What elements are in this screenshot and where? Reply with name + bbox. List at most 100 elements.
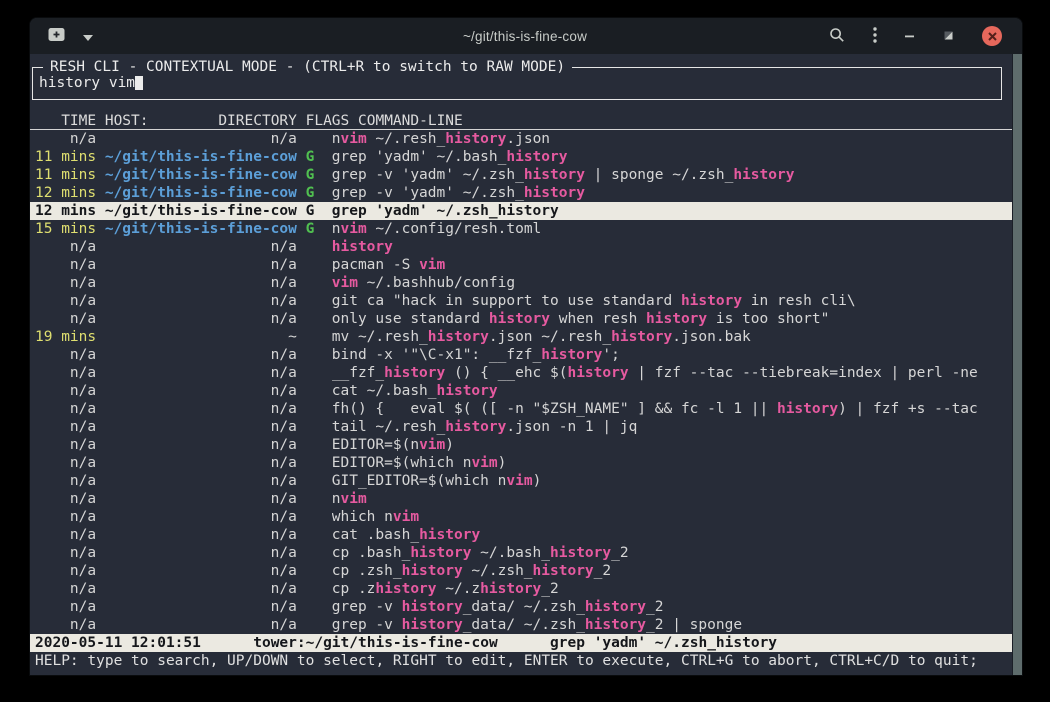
match-highlight: vim: [332, 275, 358, 291]
search-button[interactable]: [827, 25, 847, 48]
row-command: EDITOR=$(which nvim): [332, 454, 1013, 472]
table-row[interactable]: 12 mins~/git/this-is-fine-cowGgrep -v 'y…: [30, 184, 1013, 202]
kebab-menu-icon: [873, 27, 877, 46]
row-directory: n/a: [105, 256, 297, 274]
row-flags: [306, 436, 315, 454]
table-row[interactable]: n/an/abind -x '"\C-x1": __fzf_history';: [30, 346, 1013, 364]
table-row[interactable]: n/an/acp .bash_history ~/.bash_history_2: [30, 544, 1013, 562]
row-command: nvim: [332, 490, 1013, 508]
chevron-down-icon: [83, 29, 93, 44]
match-highlight: history: [777, 401, 838, 417]
match-highlight: vim: [506, 473, 532, 489]
row-time: n/a: [35, 382, 96, 400]
row-directory: n/a: [105, 562, 297, 580]
table-row[interactable]: n/an/a__fzf_history () { __ehc $(history…: [30, 364, 1013, 382]
tab-list-button[interactable]: [81, 27, 95, 46]
match-highlight: history: [437, 383, 498, 399]
row-time: 12 mins: [35, 184, 96, 202]
match-highlight: history: [585, 599, 646, 615]
row-command: nvim ~/.config/resh.toml: [332, 220, 1013, 238]
table-row[interactable]: 11 mins~/git/this-is-fine-cowGgrep -v 'y…: [30, 166, 1013, 184]
table-row[interactable]: n/an/awhich nvim: [30, 508, 1013, 526]
table-row[interactable]: n/an/agrep -v history_data/ ~/.zsh_histo…: [30, 616, 1013, 634]
row-command: cat ~/.bash_history: [332, 382, 1013, 400]
row-command: bind -x '"\C-x1": __fzf_history';: [332, 346, 1013, 364]
history-list: n/an/anvim ~/.resh_history.json11 mins~/…: [30, 130, 1013, 634]
row-flags: [306, 382, 315, 400]
row-directory: n/a: [105, 544, 297, 562]
table-row[interactable]: n/an/atail ~/.resh_history.json -n 1 | j…: [30, 418, 1013, 436]
scrollbar[interactable]: [1012, 54, 1022, 675]
row-directory: ~/git/this-is-fine-cow: [105, 148, 297, 166]
row-directory: n/a: [105, 526, 297, 544]
row-flags: [306, 256, 315, 274]
table-header: TIME HOST: DIRECTORY FLAGS COMMAND-LINE: [30, 112, 1013, 130]
match-highlight: vim: [419, 257, 445, 273]
table-row[interactable]: n/an/apacman -S vim: [30, 256, 1013, 274]
match-highlight: history: [541, 347, 602, 363]
row-flags: [306, 130, 315, 148]
row-flags: [306, 526, 315, 544]
row-directory: ~/git/this-is-fine-cow: [105, 202, 297, 220]
table-row[interactable]: 11 mins~/git/this-is-fine-cowGgrep 'yadm…: [30, 148, 1013, 166]
table-row[interactable]: n/an/acp .zhistory ~/.zhistory_2: [30, 580, 1013, 598]
table-row[interactable]: n/an/agit ca "hack in support to use sta…: [30, 292, 1013, 310]
row-command: EDITOR=$(nvim): [332, 436, 1013, 454]
row-directory: n/a: [105, 472, 297, 490]
row-time: n/a: [35, 364, 96, 382]
row-command: nvim ~/.resh_history.json: [332, 130, 1013, 148]
row-flags: G: [306, 184, 315, 202]
table-row[interactable]: n/an/anvim ~/.resh_history.json: [30, 130, 1013, 148]
table-row[interactable]: n/an/afh() { eval $( ([ -n "$ZSH_NAME" ]…: [30, 400, 1013, 418]
row-command: only use standard history when resh hist…: [332, 310, 1013, 328]
row-time: n/a: [35, 292, 96, 310]
row-time: n/a: [35, 436, 96, 454]
row-time: 11 mins: [35, 166, 96, 184]
minimize-button[interactable]: [903, 27, 917, 46]
table-row[interactable]: n/an/anvim: [30, 490, 1013, 508]
row-directory: n/a: [105, 274, 297, 292]
search-panel: RESH CLI - CONTEXTUAL MODE - (CTRL+R to …: [32, 67, 1002, 100]
match-highlight: history: [733, 167, 794, 183]
row-flags: [306, 508, 315, 526]
table-row[interactable]: n/an/acat .bash_history: [30, 526, 1013, 544]
new-tab-button[interactable]: [46, 25, 67, 47]
row-flags: [306, 562, 315, 580]
row-flags: [306, 310, 315, 328]
close-button[interactable]: [980, 24, 1004, 48]
row-flags: [306, 454, 315, 472]
match-highlight: history: [533, 563, 594, 579]
status-bar: 2020-05-11 12:01:51 tower:~/git/this-is-…: [30, 634, 1013, 652]
row-flags: [306, 580, 315, 598]
row-flags: [306, 472, 315, 490]
table-row[interactable]: n/an/avim ~/.bashhub/config: [30, 274, 1013, 292]
row-command: cp .zhistory ~/.zhistory_2: [332, 580, 1013, 598]
table-row[interactable]: n/an/aEDITOR=$(which nvim): [30, 454, 1013, 472]
table-row[interactable]: n/an/agrep -v history_data/ ~/.zsh_histo…: [30, 598, 1013, 616]
row-time: n/a: [35, 562, 96, 580]
table-row[interactable]: 15 mins~/git/this-is-fine-cowGnvim ~/.co…: [30, 220, 1013, 238]
table-row[interactable]: n/an/aGIT_EDITOR=$(which nvim): [30, 472, 1013, 490]
table-row[interactable]: 19 mins~mv ~/.resh_history.json ~/.resh_…: [30, 328, 1013, 346]
match-highlight: history: [445, 131, 506, 147]
titlebar[interactable]: ~/git/this-is-fine-cow: [30, 18, 1022, 54]
row-time: n/a: [35, 310, 96, 328]
match-highlight: history: [384, 365, 445, 381]
table-row[interactable]: n/an/aEDITOR=$(nvim): [30, 436, 1013, 454]
row-directory: ~/git/this-is-fine-cow: [105, 166, 297, 184]
table-row[interactable]: n/an/aonly use standard history when res…: [30, 310, 1013, 328]
terminal-window: ~/git/this-is-fine-cow: [30, 18, 1022, 675]
table-row-selected[interactable]: 12 mins~/git/this-is-fine-cowGgrep 'yadm…: [30, 202, 1013, 220]
search-icon: [829, 27, 845, 46]
row-command: cp .zsh_history ~/.zsh_history_2: [332, 562, 1013, 580]
table-row[interactable]: n/an/acat ~/.bash_history: [30, 382, 1013, 400]
table-row[interactable]: n/an/ahistory: [30, 238, 1013, 256]
restore-button[interactable]: [941, 27, 956, 46]
menu-button[interactable]: [871, 25, 879, 48]
row-flags: G: [306, 220, 315, 238]
row-directory: n/a: [105, 400, 297, 418]
row-command: fh() { eval $( ([ -n "$ZSH_NAME" ] && fc…: [332, 400, 1013, 418]
table-row[interactable]: n/a n/a cp .zsh_history ~/.zsh_history_2: [30, 562, 1013, 580]
row-directory: ~/git/this-is-fine-cow: [105, 220, 297, 238]
row-directory: n/a: [105, 364, 297, 382]
